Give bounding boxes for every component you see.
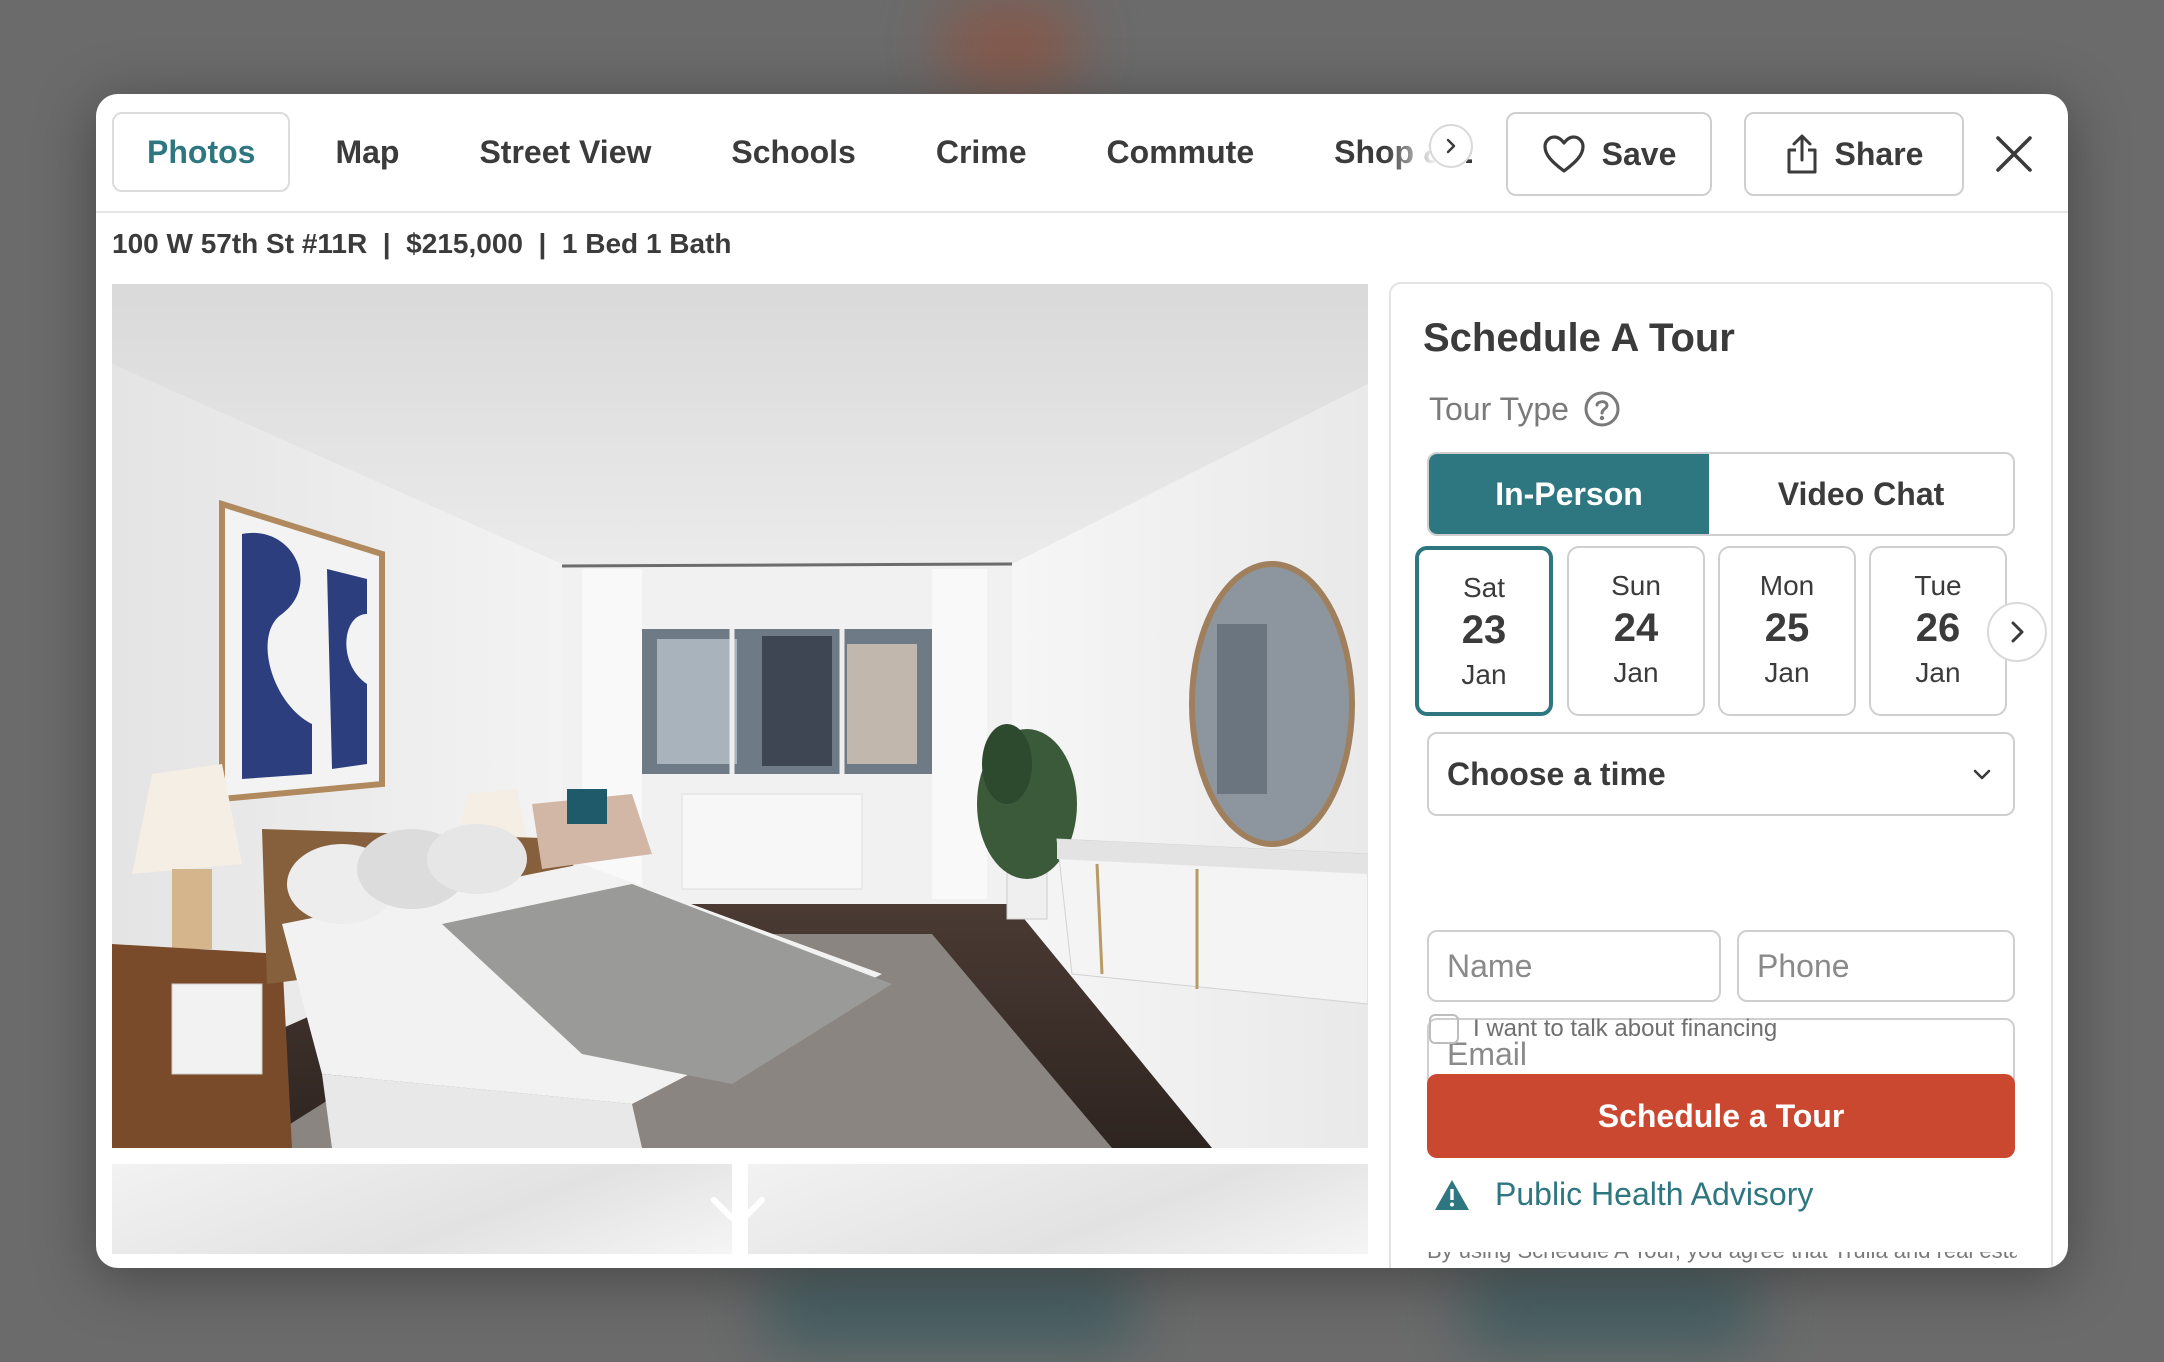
backdrop-blob <box>1460 1270 1760 1350</box>
date-day: 25 <box>1764 606 1810 650</box>
tour-type-toggle: In-Person Video Chat <box>1427 452 2015 536</box>
chevron-right-icon <box>1446 138 1456 154</box>
save-button[interactable]: Save <box>1506 112 1712 196</box>
tab-street-view[interactable]: Street View <box>444 112 686 192</box>
tour-type-in-person[interactable]: In-Person <box>1429 454 1709 534</box>
listing-modal: Photos Map Street View Schools Crime Com… <box>96 94 2068 1268</box>
tabs-scroll-right-button[interactable] <box>1429 124 1473 168</box>
tab-crime[interactable]: Crime <box>901 112 1062 192</box>
warning-icon <box>1435 1179 1469 1210</box>
date-month: Jan <box>1764 657 1810 688</box>
listing-summary: 100 W 57th St #11R | $215,000 | 1 Bed 1 … <box>112 228 732 259</box>
date-weekday: Sat <box>1462 572 1506 603</box>
tour-type-label: Tour Type <box>1429 390 1569 427</box>
backdrop-blob <box>760 1270 1140 1350</box>
media-tabs: Photos Map Street View Schools Crime Com… <box>112 110 1472 194</box>
schedule-tour-button[interactable]: Schedule a Tour <box>1427 1074 2015 1158</box>
tour-type-label-row: Tour Type <box>1429 390 1621 428</box>
date-weekday: Tue <box>1914 570 1962 601</box>
date-day: 23 <box>1461 608 1507 652</box>
date-option[interactable]: Mon 25 Jan <box>1718 546 1856 716</box>
modal-header: Photos Map Street View Schools Crime Com… <box>96 94 2068 213</box>
tab-photos[interactable]: Photos <box>112 112 291 192</box>
time-select-value: Choose a time <box>1447 755 1666 792</box>
close-icon <box>1996 136 2032 172</box>
date-weekday: Sun <box>1611 570 1661 601</box>
date-option[interactable]: Sat 23 Jan <box>1415 546 1553 716</box>
dates-next-button[interactable] <box>1987 602 2047 662</box>
main-photo[interactable] <box>112 284 1368 1148</box>
tab-map[interactable]: Map <box>300 112 434 192</box>
date-month: Jan <box>1915 657 1961 688</box>
date-day: 24 <box>1613 606 1659 650</box>
chevron-down-icon <box>1973 769 1991 780</box>
thumbnail-photo[interactable] <box>112 1164 732 1254</box>
chevron-right-icon <box>2011 621 2024 643</box>
date-month: Jan <box>1613 657 1659 688</box>
tab-commute[interactable]: Commute <box>1072 112 1290 192</box>
share-button[interactable]: Share <box>1744 112 1964 196</box>
share-icon <box>1787 134 1817 174</box>
heart-icon <box>1543 135 1585 173</box>
financing-checkbox[interactable] <box>1429 1014 1459 1044</box>
advisory-label: Public Health Advisory <box>1495 1176 1814 1212</box>
panel-title: Schedule A Tour <box>1423 316 1735 360</box>
phone-field[interactable] <box>1737 930 2015 1002</box>
chevron-down-icon[interactable] <box>708 1190 768 1234</box>
help-icon[interactable] <box>1583 390 1621 428</box>
advisory-text-line: By using Schedule A Tour, you agree that… <box>1427 1252 2017 1264</box>
time-select[interactable]: Choose a time <box>1427 732 2015 816</box>
advisory-text: By using Schedule A Tour, you agree that… <box>1427 1252 2017 1268</box>
date-month: Jan <box>1461 659 1507 690</box>
tour-type-video-chat[interactable]: Video Chat <box>1709 454 2013 534</box>
name-field[interactable] <box>1427 930 1721 1002</box>
financing-row: I want to talk about financing <box>1429 1014 1777 1044</box>
backdrop-blob <box>940 0 1080 90</box>
date-weekday: Mon <box>1759 570 1815 601</box>
public-health-advisory-link[interactable]: Public Health Advisory <box>1433 1176 1813 1213</box>
thumbnail-photo[interactable] <box>748 1164 1368 1254</box>
schedule-tour-panel: Schedule A Tour Tour Type In-Person Vide… <box>1389 282 2053 1268</box>
bedroom-photo-image <box>112 284 1368 1148</box>
date-day: 26 <box>1915 606 1961 650</box>
share-label: Share <box>1834 135 1924 172</box>
close-button[interactable] <box>1982 122 2046 186</box>
tab-schools[interactable]: Schools <box>696 112 890 192</box>
financing-label: I want to talk about financing <box>1473 1015 1778 1042</box>
save-label: Save <box>1601 135 1677 172</box>
date-option[interactable]: Sun 24 Jan <box>1567 546 1705 716</box>
